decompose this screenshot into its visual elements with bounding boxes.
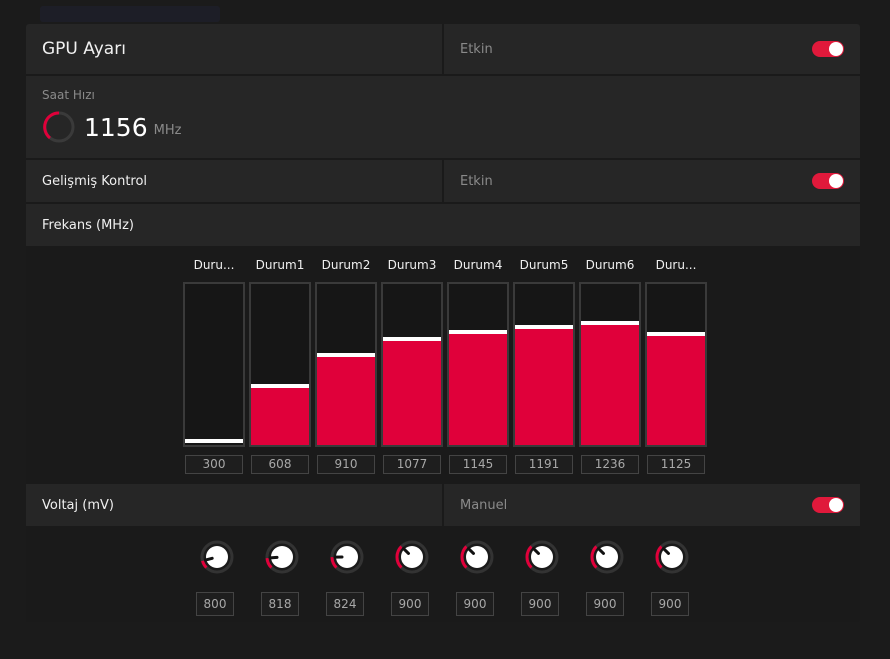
voltage-value-field[interactable]: 900	[521, 592, 559, 616]
knob-face	[206, 546, 228, 568]
frequency-slider[interactable]	[381, 282, 443, 447]
frequency-slider-handle[interactable]	[647, 332, 705, 336]
voltage-knob[interactable]	[200, 540, 234, 574]
frequency-header-row: Frekans (MHz)	[26, 204, 860, 246]
toggle-knob	[829, 174, 843, 188]
frequency-state-label: Duru...	[655, 258, 697, 272]
clock-speed-unit: MHz	[153, 122, 182, 138]
frequency-bar-fill	[383, 341, 441, 445]
frequency-slider[interactable]	[183, 282, 245, 447]
voltage-value-field[interactable]: 824	[326, 592, 364, 616]
gpu-status-label: Etkin	[460, 41, 493, 57]
toggle-knob	[829, 498, 843, 512]
voltage-knob[interactable]	[655, 540, 689, 574]
background-window-strip	[40, 6, 220, 22]
frequency-value-field[interactable]: 1125	[647, 455, 705, 474]
knob-level-arc	[201, 560, 208, 569]
frequency-slider[interactable]	[645, 282, 707, 447]
frequency-title: Frekans (MHz)	[42, 217, 134, 233]
knob-pointer	[268, 555, 279, 560]
knob-level-arc	[395, 545, 403, 569]
voltage-value-field[interactable]: 900	[586, 592, 624, 616]
frequency-slider-handle[interactable]	[581, 321, 639, 325]
voltage-value-field[interactable]: 900	[391, 592, 429, 616]
knob-level-arc	[265, 557, 273, 569]
clock-speed-row: Saat Hızı 1156 MHz	[26, 76, 860, 158]
frequency-value-field[interactable]: 300	[185, 455, 243, 474]
frequency-slider[interactable]	[447, 282, 509, 447]
frequency-slider-handle[interactable]	[449, 330, 507, 334]
frequency-value-field[interactable]: 608	[251, 455, 309, 474]
frequency-slider-handle[interactable]	[185, 439, 243, 443]
frequency-slider[interactable]	[579, 282, 641, 447]
frequency-state-label: Duru...	[193, 258, 235, 272]
voltage-knob[interactable]	[590, 540, 624, 574]
clock-speed-label: Saat Hızı	[42, 88, 95, 102]
voltage-value-field[interactable]: 900	[651, 592, 689, 616]
gpu-header-row: GPU Ayarı Etkin	[26, 24, 860, 74]
frequency-slider-handle[interactable]	[383, 337, 441, 341]
frequency-bar-fill	[647, 336, 705, 445]
advanced-control-title: Gelişmiş Kontrol	[42, 173, 148, 189]
toggle-knob	[829, 42, 843, 56]
voltage-knob[interactable]	[525, 540, 559, 574]
frequency-bar-fill	[317, 357, 375, 445]
frequency-bar-fill	[581, 325, 639, 445]
knob-pointer	[203, 556, 214, 562]
voltage-knob[interactable]	[265, 540, 299, 574]
frequency-value-field[interactable]: 910	[317, 455, 375, 474]
frequency-state-label: Durum5	[519, 258, 569, 272]
frequency-slider-handle[interactable]	[251, 384, 309, 388]
gpu-title: GPU Ayarı	[42, 39, 126, 59]
frequency-bar-fill	[449, 334, 507, 445]
gauge-icon	[43, 111, 75, 143]
frequency-value-field[interactable]: 1145	[449, 455, 507, 474]
voltage-value-field[interactable]: 900	[456, 592, 494, 616]
voltage-value-field[interactable]: 818	[261, 592, 299, 616]
advanced-status-label: Etkin	[460, 173, 493, 189]
frequency-state-label: Durum6	[585, 258, 635, 272]
advanced-control-row: Gelişmiş Kontrol Etkin	[26, 160, 860, 202]
frequency-bar-fill	[251, 388, 309, 445]
clock-speed-value: 1156	[84, 112, 148, 142]
knob-level-arc	[655, 545, 663, 569]
voltage-knob[interactable]	[460, 540, 494, 574]
gpu-enable-toggle[interactable]	[812, 41, 844, 57]
knob-level-arc	[330, 557, 338, 569]
frequency-state-label: Durum2	[321, 258, 371, 272]
knob-level-arc	[525, 545, 533, 569]
frequency-value-field[interactable]: 1191	[515, 455, 573, 474]
frequency-slider-handle[interactable]	[317, 353, 375, 357]
knob-level-arc	[590, 545, 598, 569]
frequency-value-field[interactable]: 1077	[383, 455, 441, 474]
frequency-state-label: Durum1	[255, 258, 305, 272]
frequency-states-area: Duru... 300 Durum1 608 Durum2 910 Durum3 1077 Du…	[26, 246, 860, 484]
frequency-slider[interactable]	[513, 282, 575, 447]
frequency-state-label: Durum3	[387, 258, 437, 272]
voltage-knob[interactable]	[330, 540, 364, 574]
voltage-states-area: 800 818 824 900 900 900 900 900	[26, 528, 860, 622]
voltage-knob[interactable]	[395, 540, 429, 574]
frequency-bar-fill	[515, 329, 573, 445]
voltage-header-row: Voltaj (mV) Manuel	[26, 484, 860, 526]
frequency-slider-handle[interactable]	[515, 325, 573, 329]
voltage-value-field[interactable]: 800	[196, 592, 234, 616]
frequency-state-label: Durum4	[453, 258, 503, 272]
frequency-value-field[interactable]: 1236	[581, 455, 639, 474]
advanced-control-toggle[interactable]	[812, 173, 844, 189]
voltage-title: Voltaj (mV)	[42, 497, 114, 513]
frequency-slider[interactable]	[315, 282, 377, 447]
voltage-mode-label: Manuel	[460, 497, 508, 513]
frequency-slider[interactable]	[249, 282, 311, 447]
voltage-manual-toggle[interactable]	[812, 497, 844, 513]
knob-level-arc	[460, 545, 468, 569]
gpu-tuning-panel: GPU Ayarı Etkin Saat Hızı 1156 MHz Geliş…	[26, 24, 860, 622]
